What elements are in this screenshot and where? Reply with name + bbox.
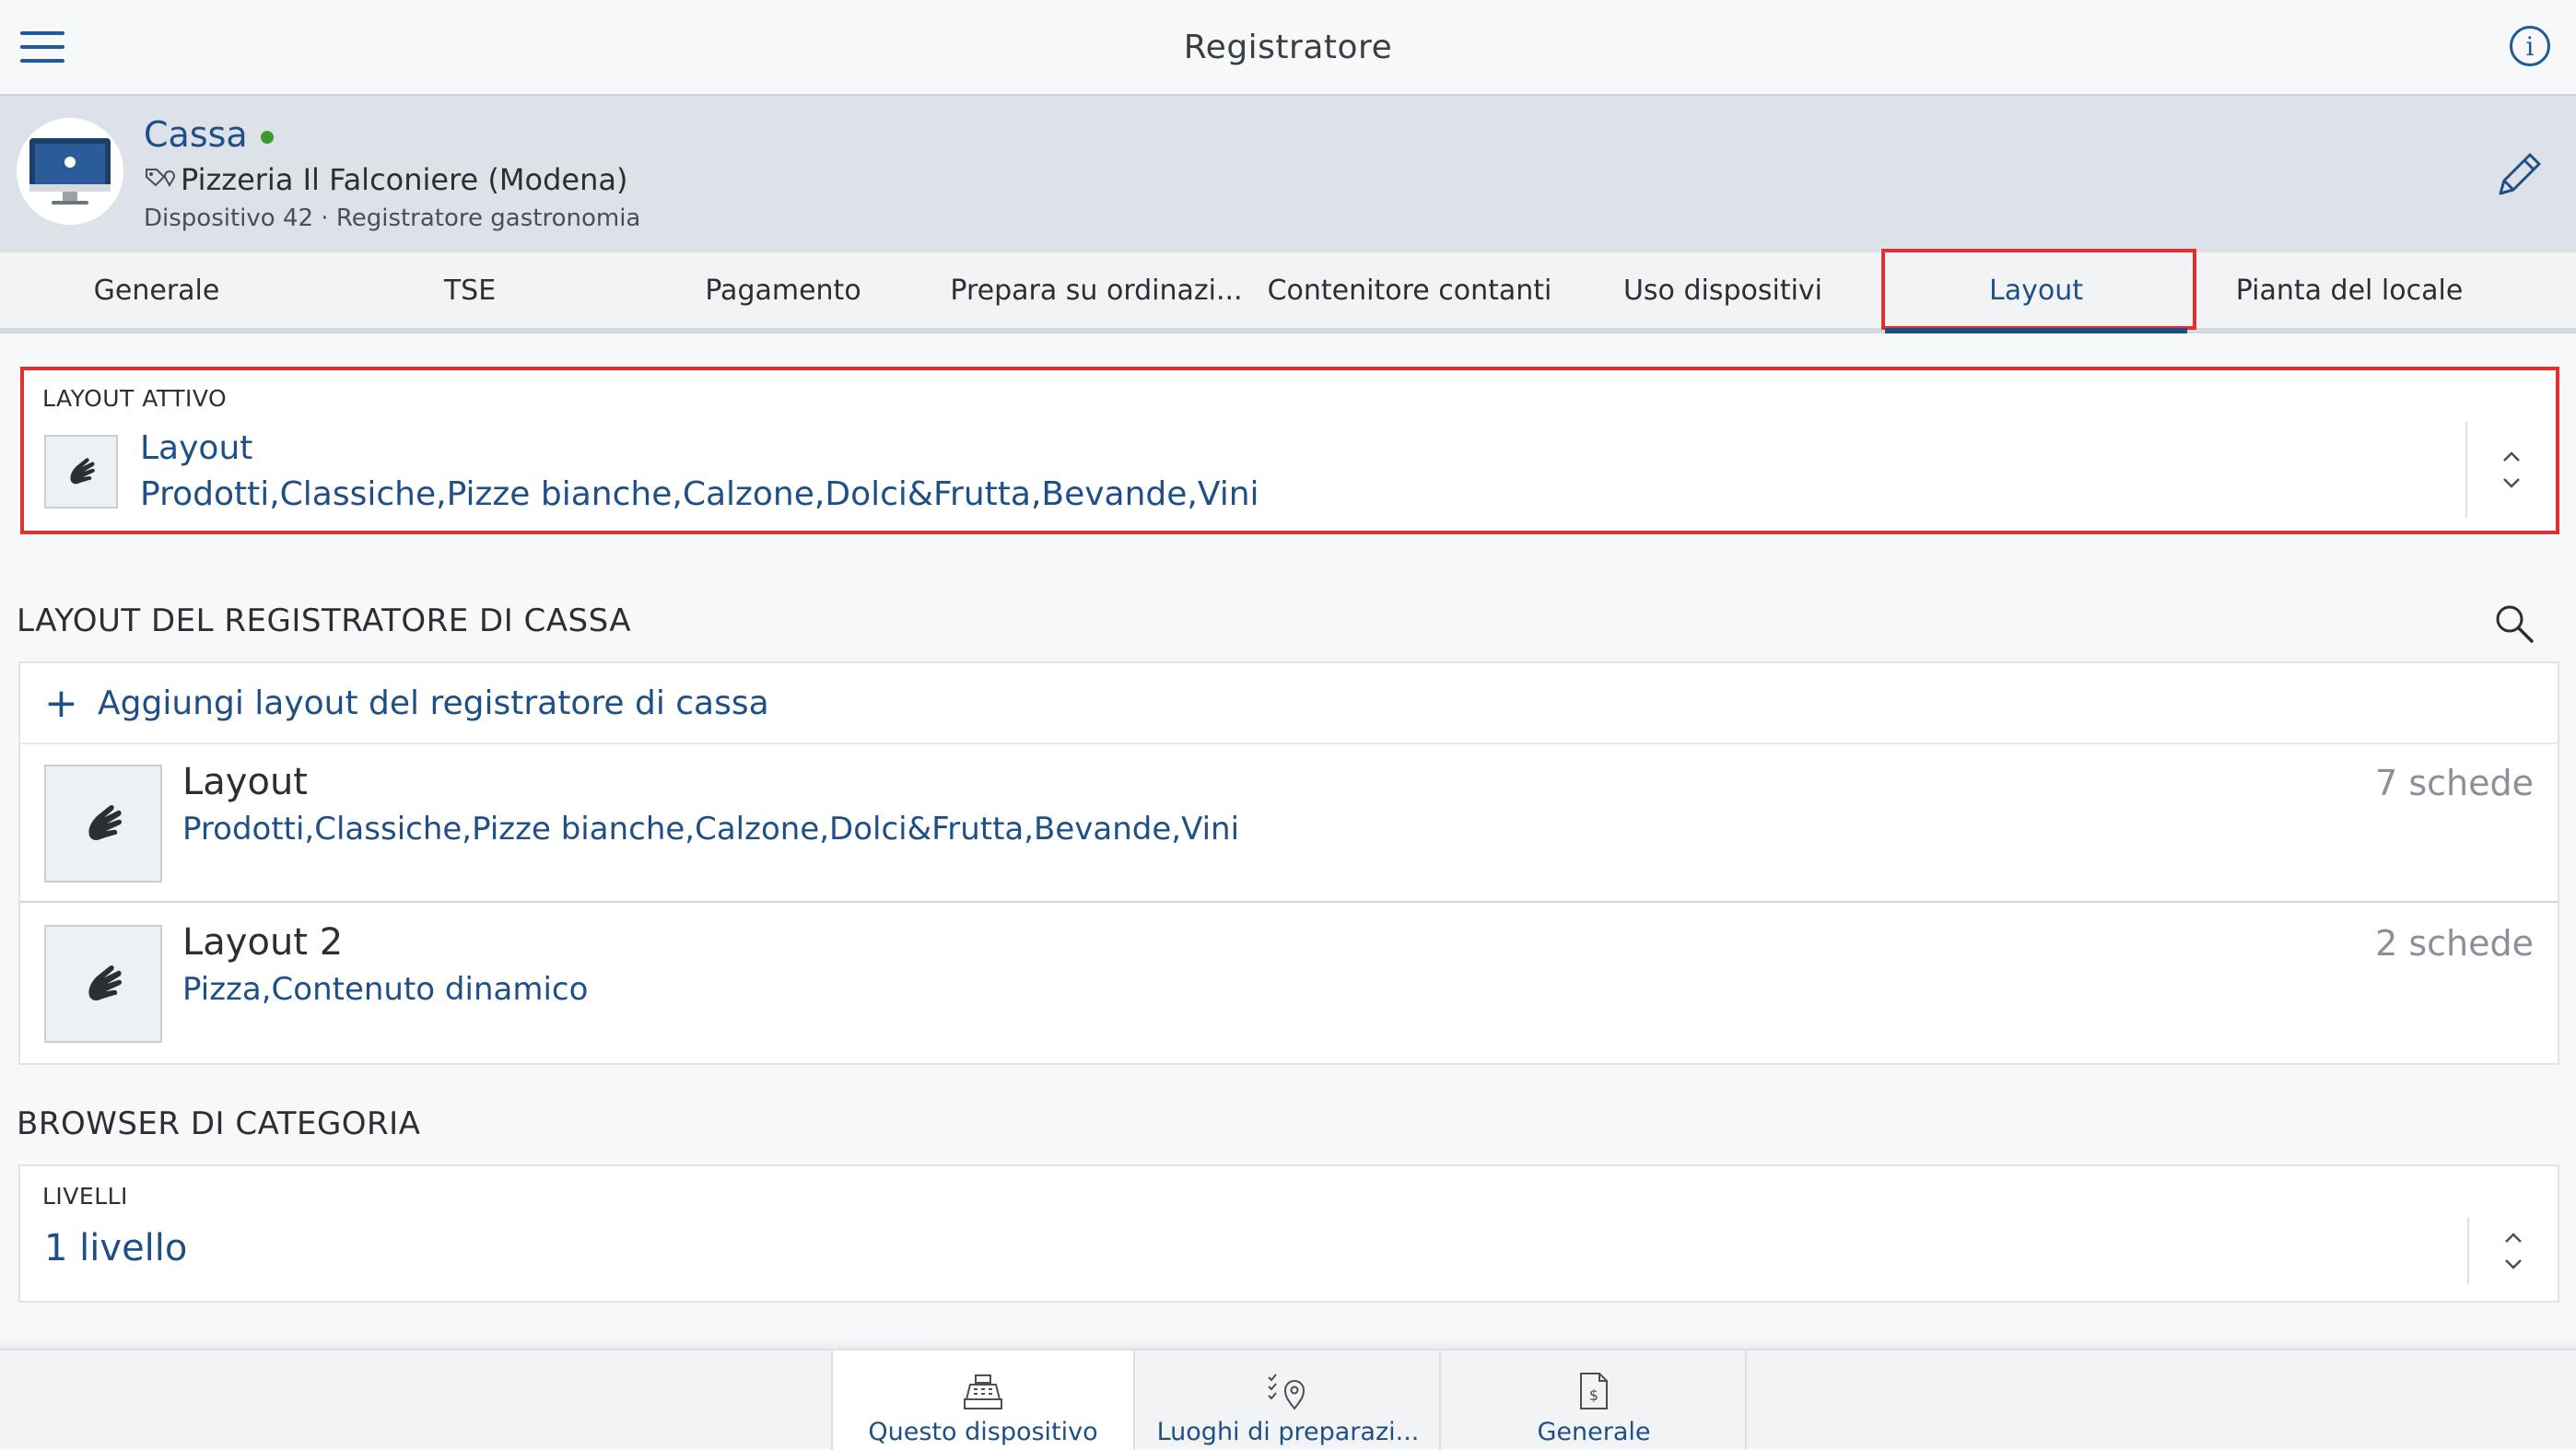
layout-title: Layout: [182, 761, 308, 803]
layout-subtitle: Pizza,Contenuto dinamico: [182, 971, 589, 1008]
hamburger-menu-icon[interactable]: [20, 31, 64, 64]
tab-prepara-su-ordinazione[interactable]: Prepara su ordinazi...: [940, 252, 1253, 328]
tab-tse[interactable]: TSE: [313, 252, 626, 328]
chevron-up-down-icon: [2505, 1233, 2522, 1269]
svg-text:$: $: [1589, 1386, 1598, 1404]
settings-tabs: Generale TSE Pagamento Prepara su ordina…: [0, 249, 2576, 333]
layout-thumbnail: [44, 435, 118, 509]
checklist-location-icon: [1268, 1374, 1306, 1410]
page-title: Registratore: [1183, 28, 1393, 66]
hand-icon: [88, 804, 123, 841]
levels-value: 1 livello: [44, 1227, 188, 1269]
tab-layout[interactable]: Layout: [1879, 249, 2196, 333]
bottom-tab-generale[interactable]: $ Generale: [1443, 1351, 1747, 1450]
monitor-icon: [29, 138, 111, 205]
list-item[interactable]: Layout Prodotti,Classiche,Pizze bianche,…: [20, 744, 2558, 903]
bottom-tab-luoghi-di-preparazione[interactable]: Luoghi di preparazi...: [1137, 1351, 1441, 1450]
location-tag-icon: [146, 169, 175, 188]
layout-thumbnail: [44, 925, 162, 1043]
add-layout-label: Aggiungi layout del registratore di cass…: [98, 684, 769, 722]
layout-thumbnail: [44, 765, 162, 883]
active-layout-stepper[interactable]: [2465, 422, 2556, 518]
bottom-tab-label: Luoghi di preparazi...: [1156, 1418, 1420, 1446]
layout-subtitle: Prodotti,Classiche,Pizze bianche,Calzone…: [182, 811, 1240, 848]
active-layout-subtitle: Prodotti,Classiche,Pizze bianche,Calzone…: [140, 475, 1259, 513]
bottom-tab-questo-dispositivo[interactable]: Questo dispositivo: [831, 1351, 1135, 1450]
list-item[interactable]: Layout 2 Pizza,Contenuto dinamico 2 sche…: [20, 905, 2558, 1063]
device-location-label: Pizzeria Il Falconiere (Modena): [181, 162, 628, 197]
online-status-dot: [260, 130, 274, 144]
edit-pencil-icon[interactable]: [2489, 146, 2548, 205]
layout-title: Layout 2: [182, 921, 344, 964]
active-layout-title: Layout: [140, 429, 253, 467]
layouts-section-title: LAYOUT DEL REGISTRATORE DI CASSA: [17, 602, 632, 639]
device-location: Pizzeria Il Falconiere (Modena): [144, 162, 627, 197]
category-browser-title: BROWSER DI CATEGORIA: [17, 1105, 421, 1142]
bottom-tab-bar: Questo dispositivo Luoghi di preparazi..…: [0, 1339, 2576, 1450]
tab-pagamento[interactable]: Pagamento: [626, 252, 940, 328]
hand-icon: [88, 965, 123, 1001]
levels-stepper[interactable]: [2467, 1218, 2558, 1284]
top-bar: Registratore i: [0, 0, 2576, 94]
highlight-box: [1881, 249, 2196, 330]
tab-pianta-del-locale[interactable]: Pianta del locale: [2193, 252, 2506, 328]
info-icon[interactable]: i: [2510, 26, 2550, 66]
add-layout-button[interactable]: + Aggiungi layout del registratore di ca…: [20, 663, 2558, 744]
tab-generale[interactable]: Generale: [0, 252, 313, 328]
tab-uso-dispositivi[interactable]: Uso dispositivi: [1566, 252, 1879, 328]
layouts-list: + Aggiungi layout del registratore di ca…: [18, 661, 2559, 1065]
layout-tab-count: 7 schede: [2375, 763, 2534, 803]
device-avatar: [17, 118, 123, 225]
search-icon[interactable]: [2491, 601, 2537, 647]
levels-selector[interactable]: LIVELLI 1 livello: [18, 1164, 2559, 1303]
layout-tab-count: 2 schede: [2375, 923, 2534, 964]
tab-contenitore-contanti[interactable]: Contenitore contanti: [1253, 252, 1566, 328]
document-dollar-icon: $: [1580, 1373, 1608, 1409]
levels-label: LIVELLI: [42, 1183, 128, 1210]
device-subtitle: Dispositivo 42 · Registratore gastronomi…: [144, 205, 641, 232]
device-name-label: Cassa: [144, 114, 248, 155]
active-layout-selector[interactable]: LAYOUT ATTIVO Layout Prodotti,Classiche,…: [20, 367, 2559, 534]
active-layout-label: LAYOUT ATTIVO: [42, 385, 228, 412]
hand-icon: [70, 458, 95, 485]
plus-icon: +: [44, 679, 78, 727]
cash-register-icon: [964, 1374, 1002, 1409]
bottom-tab-label: Generale: [1537, 1418, 1651, 1446]
chevron-up-down-icon: [2503, 451, 2520, 488]
bottom-tab-label: Questo dispositivo: [868, 1418, 1098, 1446]
device-name: Cassa: [144, 114, 274, 155]
device-header: Cassa Pizzeria Il Falconiere (Modena) Di…: [0, 94, 2576, 252]
